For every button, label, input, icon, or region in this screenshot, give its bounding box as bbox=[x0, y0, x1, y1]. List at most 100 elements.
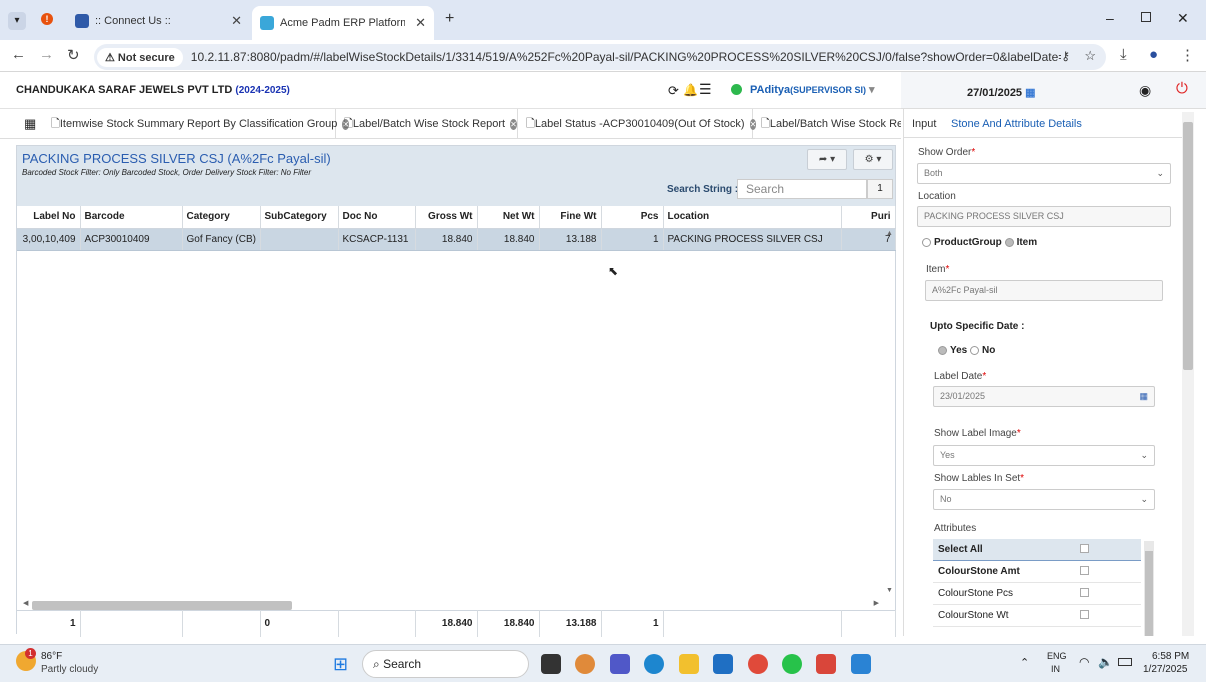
show-order-select[interactable]: Both ⌄ bbox=[917, 163, 1171, 184]
clock-date[interactable]: 1/27/2025 bbox=[1143, 664, 1188, 675]
user-menu[interactable]: PAditya (SUPERVISOR SI) ▾ bbox=[731, 83, 875, 96]
column-header[interactable]: Gross Wt bbox=[415, 206, 478, 229]
restore-icon[interactable] bbox=[1141, 12, 1151, 22]
scroll-left-icon[interactable]: ◀ bbox=[23, 599, 28, 607]
outlook-icon[interactable] bbox=[713, 654, 733, 674]
page-tab[interactable]: 🗋 Itemwise Stock Summary Report By Classi… bbox=[45, 109, 350, 138]
column-header[interactable]: Location bbox=[663, 206, 842, 229]
close-tab-icon[interactable]: ✕ bbox=[231, 13, 242, 29]
settings-button[interactable]: ⚙ ▾ bbox=[853, 149, 893, 170]
close-page-tab-icon[interactable]: ✕ bbox=[510, 118, 517, 130]
attribute-row[interactable]: ColourStone Wt bbox=[933, 605, 1141, 627]
new-tab-icon[interactable]: + bbox=[445, 10, 454, 28]
tab-list-chevron-icon[interactable]: ▾ bbox=[8, 12, 26, 30]
show-image-select[interactable]: Yes ⌄ bbox=[933, 445, 1155, 466]
power-icon[interactable]: ⏻ bbox=[1176, 80, 1188, 97]
browser-tab-erp[interactable]: Acme Padm ERP Platform 1.00 ✕ bbox=[252, 6, 434, 40]
checkbox[interactable] bbox=[1080, 566, 1089, 575]
checkbox[interactable] bbox=[1080, 588, 1089, 597]
back-icon[interactable]: ← bbox=[11, 46, 26, 63]
language-region[interactable]: IN bbox=[1051, 664, 1060, 674]
refresh-icon[interactable]: ⟳ bbox=[668, 83, 679, 99]
close-window-icon[interactable]: ✕ bbox=[1177, 10, 1189, 27]
column-header[interactable]: Net Wt bbox=[477, 206, 540, 229]
page-tab[interactable]: 🗋 Label/Batch Wise Stock Report ✕ bbox=[338, 109, 518, 138]
column-header[interactable]: Doc No bbox=[338, 206, 416, 229]
app-icon[interactable] bbox=[816, 654, 836, 674]
profile-icon[interactable]: ● bbox=[1149, 46, 1158, 63]
file-explorer-icon[interactable] bbox=[679, 654, 699, 674]
page-tab[interactable]: 🗋 Label Status -ACP30010409(Out Of Stock)… bbox=[520, 109, 757, 138]
scroll-thumb[interactable] bbox=[32, 601, 292, 610]
taskbar-search[interactable]: ⌕ Search bbox=[362, 650, 529, 678]
chrome-icon[interactable] bbox=[748, 654, 768, 674]
tab-stone-attribute[interactable]: Stone And Attribute Details bbox=[951, 118, 1082, 130]
calendar-icon[interactable]: ▦ bbox=[1139, 391, 1148, 402]
page-tab-active[interactable]: 🗋 Label/Batch Wise Stock Repo bbox=[755, 109, 901, 138]
export-button[interactable]: ➦ ▾ bbox=[807, 149, 847, 170]
search-input[interactable]: Search bbox=[737, 179, 867, 199]
column-header[interactable]: Pcs bbox=[601, 206, 664, 229]
url-field[interactable]: ⚠ Not secure 10.2.11.87:8080/padm/#/labe… bbox=[94, 44, 1106, 70]
attribute-row[interactable]: ColourStone Pcs bbox=[933, 583, 1141, 605]
scroll-up-icon[interactable]: ▲ bbox=[886, 230, 893, 237]
attributes-scroll-thumb[interactable] bbox=[1145, 551, 1153, 636]
horizontal-scrollbar[interactable]: ◀ ▶ bbox=[23, 599, 879, 610]
location-field[interactable]: PACKING PROCESS SILVER CSJ bbox=[917, 206, 1171, 227]
scroll-down-icon[interactable]: ▼ bbox=[886, 587, 893, 594]
browser-menu-icon[interactable]: ⋮ bbox=[1180, 46, 1195, 64]
column-header[interactable]: Barcode bbox=[80, 206, 183, 229]
checkbox[interactable] bbox=[1080, 610, 1089, 619]
table-row[interactable]: 3,00,10,409 ACP30010409 Gof Fancy (CB) K… bbox=[17, 228, 896, 251]
download-icon[interactable]: ⤓ bbox=[1120, 46, 1127, 63]
apps-grid-icon[interactable]: ▦ bbox=[24, 116, 36, 132]
item-radio[interactable] bbox=[1004, 237, 1014, 247]
bell-icon[interactable]: 🔔 bbox=[683, 83, 698, 97]
column-header[interactable]: Label No bbox=[17, 206, 81, 229]
show-set-select[interactable]: No ⌄ bbox=[933, 489, 1155, 510]
close-tab-icon[interactable]: ✕ bbox=[415, 15, 426, 31]
teams-icon[interactable] bbox=[610, 654, 630, 674]
clock-time[interactable]: 6:58 PM bbox=[1152, 651, 1189, 662]
tab-input[interactable]: Input bbox=[912, 118, 937, 132]
not-secure-badge[interactable]: ⚠ Not secure bbox=[97, 47, 183, 67]
column-header[interactable]: Puri bbox=[841, 206, 896, 229]
calendar-icon[interactable]: ▦ bbox=[1025, 87, 1035, 99]
whatsapp-icon[interactable] bbox=[782, 654, 802, 674]
browser-tab-connect[interactable]: :: Connect Us :: ✕ bbox=[67, 7, 250, 34]
yes-label: Yes bbox=[950, 345, 968, 356]
column-header[interactable]: Fine Wt bbox=[539, 206, 602, 229]
label-date-field[interactable]: 23/01/2025 ▦ bbox=[933, 386, 1155, 407]
language-code[interactable]: ENG bbox=[1047, 651, 1067, 661]
wifi-icon[interactable]: ◠ bbox=[1079, 655, 1089, 669]
attributes-scrollbar[interactable] bbox=[1144, 541, 1154, 636]
chevron-up-icon[interactable]: ⌃ bbox=[1020, 656, 1029, 669]
column-header[interactable]: SubCategory bbox=[260, 206, 339, 229]
password-key-icon[interactable]: ⚷ bbox=[1061, 49, 1070, 63]
column-header[interactable]: Category bbox=[182, 206, 261, 229]
checkbox[interactable] bbox=[1080, 544, 1089, 553]
no-radio[interactable] bbox=[970, 345, 980, 355]
reload-icon[interactable]: ↻ bbox=[67, 46, 80, 64]
volume-icon[interactable]: 🔈 bbox=[1098, 655, 1113, 669]
right-scroll-thumb[interactable] bbox=[1183, 122, 1193, 370]
right-panel-scrollbar[interactable] bbox=[1182, 112, 1194, 636]
product-group-radio[interactable] bbox=[922, 237, 931, 247]
bookmark-star-icon[interactable]: ☆ bbox=[1084, 48, 1096, 64]
photos-icon[interactable] bbox=[851, 654, 871, 674]
yes-radio[interactable] bbox=[938, 345, 947, 355]
minimize-icon[interactable]: – bbox=[1106, 10, 1114, 26]
windows-start-icon[interactable]: ⊞ bbox=[333, 654, 348, 674]
attribute-select-all[interactable]: Select All bbox=[933, 539, 1141, 561]
item-field[interactable]: A%2Fc Payal-sil bbox=[925, 280, 1163, 301]
attribute-row[interactable]: ColourStone Amt bbox=[933, 561, 1141, 583]
list-icon[interactable]: ☰ bbox=[699, 81, 712, 98]
scroll-right-icon[interactable]: ▶ bbox=[874, 599, 879, 607]
eye-hide-icon[interactable]: ◉ bbox=[1139, 82, 1151, 99]
terminal-icon[interactable] bbox=[541, 654, 561, 674]
copilot-icon[interactable] bbox=[575, 654, 595, 674]
edge-icon[interactable] bbox=[644, 654, 664, 674]
forward-icon[interactable]: → bbox=[39, 46, 54, 63]
alert-icon[interactable]: ! bbox=[41, 13, 53, 25]
battery-icon[interactable] bbox=[1118, 658, 1132, 666]
